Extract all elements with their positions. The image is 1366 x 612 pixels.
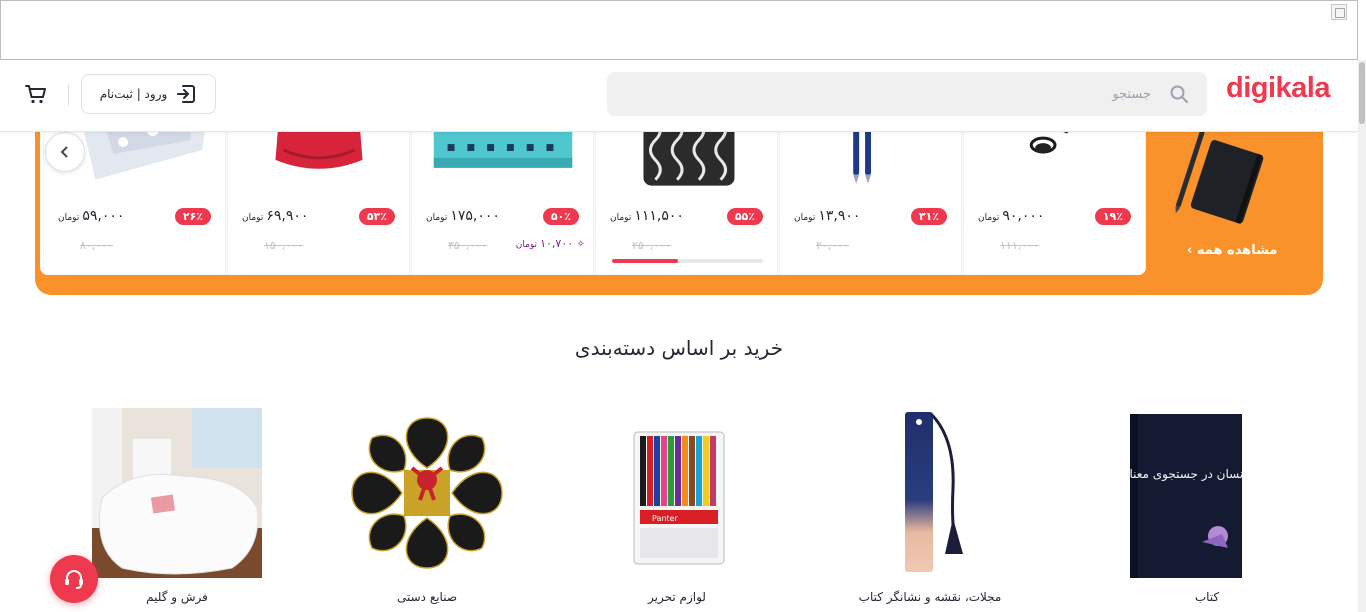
sold-progress-fill [612, 259, 679, 263]
old-price: ۲۵۰,۰۰۰ [632, 239, 671, 252]
markers-image: Panter [633, 431, 725, 565]
category-label: فرش و گلیم [146, 590, 208, 604]
currency: تومان [794, 213, 816, 223]
category-rugs[interactable]: فرش و گلیم [92, 408, 262, 612]
old-price: ۸۰,۰۰۰ [80, 239, 114, 252]
fur-rug-image [92, 408, 262, 578]
gift-box-image [351, 417, 503, 569]
category-label: لوازم تحریر [648, 590, 706, 604]
logo[interactable]: digikala [1226, 72, 1331, 105]
special-price-value: ۱۰,۷۰۰ [540, 237, 574, 250]
discount-badge: ۵۳٪ [358, 207, 395, 225]
price: ۵۹,۰۰۰ [82, 208, 125, 224]
old-price: ۳۵۰,۰۰۰ [448, 239, 487, 252]
book-cover-title: انسان در جستجوی معنا [1129, 467, 1246, 482]
category-label: مجلات، نقشه و نشانگر کتاب [858, 590, 1002, 604]
category-stationery[interactable]: Panter لوازم تحریر [592, 408, 762, 612]
support-chat-button[interactable] [50, 555, 98, 603]
discount-badge: ۵۵٪ [726, 207, 763, 225]
search-icon [1170, 85, 1188, 103]
price: ۱۳,۹۰۰ [818, 208, 861, 224]
login-icon [177, 85, 196, 103]
category-bookmark[interactable]: مجلات، نقشه و نشانگر کتاب [845, 408, 1015, 612]
price: ۶۹,۹۰۰ [266, 208, 309, 224]
price: ۹۰,۰۰۰ [1002, 208, 1045, 224]
login-label: ورود | ثبت‌نام [99, 87, 168, 101]
price: ۱۷۵,۰۰۰ [450, 208, 500, 224]
category-handicrafts[interactable]: صنایع دستی [342, 408, 512, 612]
page: ۹۰,۰۰۰تومان ۱۹٪ ۱۱۱,۰۰۰ ۱۳,۹۰۰تومان ۳۱٪ … [0, 0, 1366, 612]
currency: تومان [515, 240, 538, 250]
login-button[interactable]: ورود | ثبت‌نام [81, 74, 216, 114]
old-price: ۱۵۰,۰۰۰ [264, 239, 303, 252]
offer-card[interactable]: ۹۰,۰۰۰تومان ۱۹٪ ۱۱۱,۰۰۰ [963, 110, 1146, 275]
header-divider [68, 84, 69, 106]
carousel-prev-button[interactable] [45, 132, 85, 172]
category-label: کتاب [1194, 590, 1220, 604]
offer-card[interactable]: ۶۹,۹۰۰تومان ۵۳٪ ۱۵۰,۰۰۰ [227, 110, 410, 275]
category-book[interactable]: انسان در جستجوی معنا کتاب [1122, 408, 1292, 612]
markers-brand: Panter [652, 514, 678, 523]
scrollbar-track[interactable] [1358, 60, 1366, 612]
headset-icon [65, 570, 83, 589]
special-price: ✧ ۱۰,۷۰۰تومان [515, 237, 585, 250]
category-label: صنایع دستی [396, 590, 458, 604]
bookmark-image [905, 412, 963, 572]
search-input[interactable] [671, 72, 1151, 116]
search-bar[interactable] [607, 72, 1207, 116]
offer-card[interactable]: ۱۳,۹۰۰تومان ۳۱٪ ۲۰,۰۰۰ [779, 110, 962, 275]
old-price: ۲۰,۰۰۰ [816, 239, 850, 252]
currency: تومان [242, 213, 264, 223]
chevron-left-icon [60, 146, 68, 158]
old-price: ۱۱۱,۰۰۰ [1000, 239, 1039, 252]
currency: تومان [610, 213, 632, 223]
currency: تومان [58, 213, 80, 223]
currency: تومان [426, 213, 448, 223]
discount-badge: ۵۰٪ [542, 207, 579, 225]
offer-card[interactable]: ۱۱۱,۵۰۰تومان ۵۵٪ ۲۵۰,۰۰۰ [595, 110, 778, 275]
discount-badge: ۱۹٪ [1094, 207, 1131, 225]
top-banner[interactable] [0, 0, 1358, 60]
category-section-title: خرید بر اساس دسته‌بندی [574, 336, 784, 360]
header: digikala ورود | ثبت‌نام [0, 60, 1358, 132]
offers-carousel: ۹۰,۰۰۰تومان ۱۹٪ ۱۱۱,۰۰۰ ۱۳,۹۰۰تومان ۳۱٪ … [40, 110, 1146, 275]
offer-card[interactable]: ۱۷۵,۰۰۰تومان ۵۰٪ ۳۵۰,۰۰۰ ✧ ۱۰,۷۰۰تومان [411, 110, 594, 275]
notebook-pen-icon [1175, 130, 1264, 224]
see-all-link[interactable]: مشاهده همه › [1187, 243, 1277, 258]
discount-badge: ۳۱٪ [910, 207, 947, 225]
cart-icon[interactable] [24, 82, 48, 106]
broken-image-icon [1331, 4, 1347, 20]
currency: تومان [978, 213, 1000, 223]
sold-progress-bar [612, 259, 763, 263]
scrollbar-thumb[interactable] [1359, 62, 1365, 124]
price: ۱۱۱,۵۰۰ [634, 208, 684, 224]
discount-badge: ۲۶٪ [174, 207, 211, 225]
book-image: انسان در جستجوی معنا [1129, 414, 1247, 578]
